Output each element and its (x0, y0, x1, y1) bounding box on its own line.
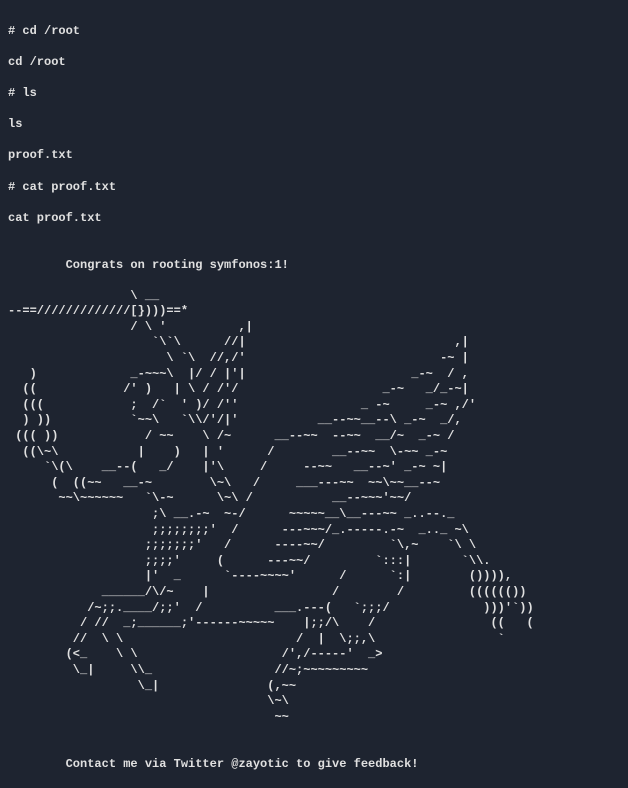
ascii-art-pegasus: \ __ --==/////////////[})))==* / \ ' ,| … (8, 289, 620, 726)
cmd-line-1: # cd /root (8, 24, 620, 40)
cmd-line-3: # ls (8, 86, 620, 102)
cmd-line-7: cat proof.txt (8, 211, 620, 227)
footer-contact: Contact me via Twitter @zayotic to give … (8, 741, 620, 772)
cmd-line-4: ls (8, 117, 620, 133)
cmd-line-5: proof.txt (8, 148, 620, 164)
cmd-line-2: cd /root (8, 55, 620, 71)
congrats-message: Congrats on rooting symfonos:1! (8, 242, 620, 273)
cmd-line-6: # cat proof.txt (8, 180, 620, 196)
terminal-output: # cd /root cd /root # ls ls proof.txt # … (8, 8, 620, 788)
